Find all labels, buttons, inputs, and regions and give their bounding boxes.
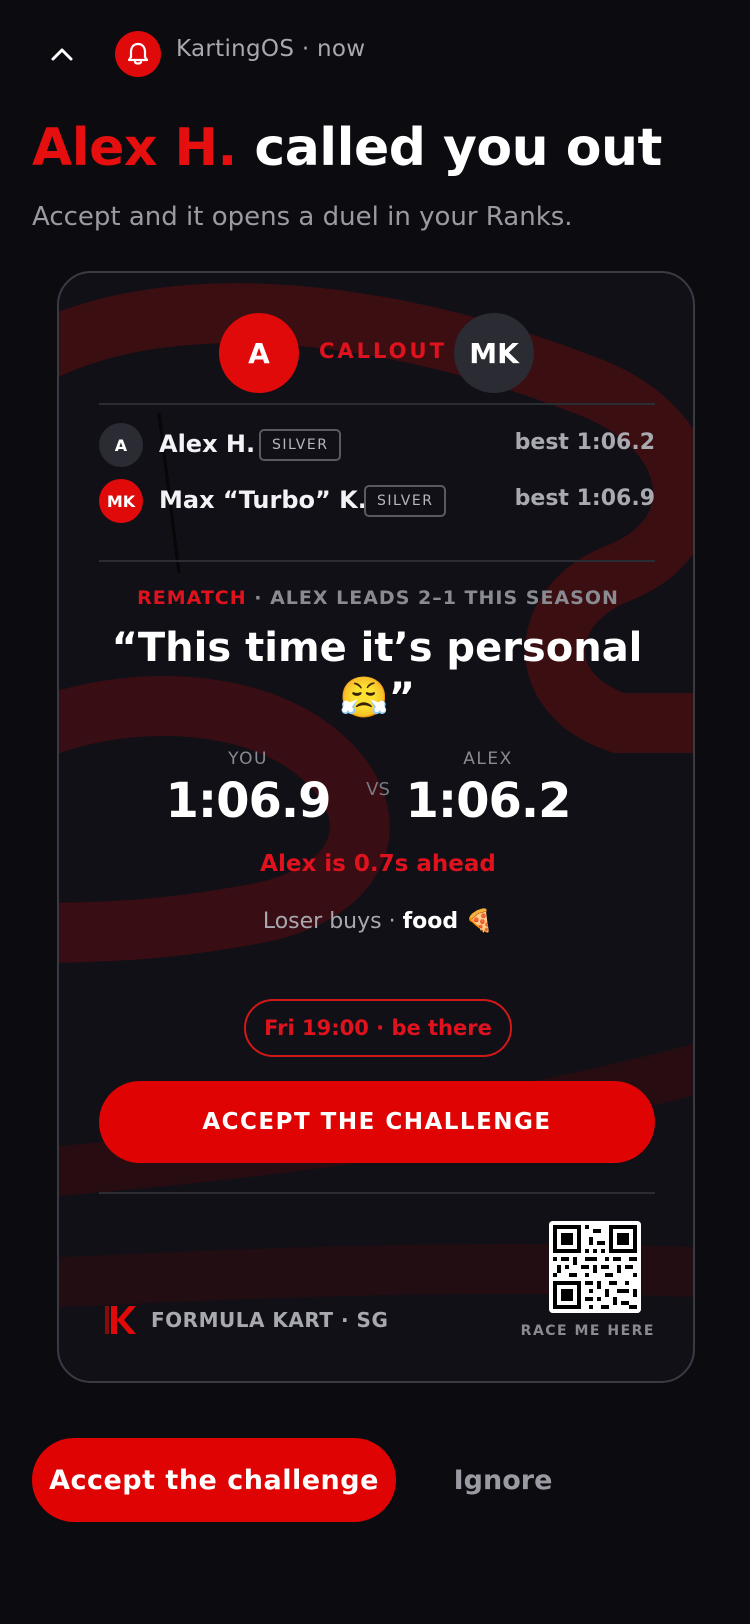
player-row: MK Max “Turbo” K. SILVER best 1:06.9 — [99, 479, 655, 523]
stake-prefix: Loser buys · — [262, 909, 403, 934]
bell-icon — [115, 31, 161, 77]
best-time: best 1:06.9 — [514, 486, 655, 511]
opponent-time: ALEX 1:06.2 — [378, 749, 598, 829]
tier-badge: SILVER — [259, 429, 342, 461]
chevron-up-icon[interactable] — [40, 32, 84, 76]
qr-code[interactable] — [549, 1221, 641, 1313]
ignore-button[interactable]: Ignore — [430, 1438, 576, 1522]
title-rest: called you out — [254, 118, 662, 178]
divider — [99, 1192, 655, 1194]
season-record: · ALEX LEADS 2–1 THIS SEASON — [246, 587, 619, 609]
page-title: Alex H. called you out — [32, 118, 662, 178]
divider — [99, 403, 655, 405]
qr-label: RACE ME HERE — [520, 1323, 655, 1339]
page-subtitle: Accept and it opens a duel in your Ranks… — [32, 202, 573, 232]
accept-challenge-button[interactable]: Accept the challenge — [32, 1438, 396, 1522]
venue-name: FORMULA KART · SG — [151, 1308, 389, 1332]
venue-brand: FORMULA KART · SG — [103, 1303, 388, 1337]
rematch-tag: REMATCH — [137, 587, 247, 609]
avatar: A — [99, 423, 143, 467]
your-time-value: 1:06.9 — [165, 773, 331, 829]
your-time: YOU 1:06.9 — [138, 749, 358, 829]
notification-header: KartingOS · now — [0, 0, 750, 110]
player-row: A Alex H. SILVER best 1:06.2 — [99, 423, 655, 467]
stake-line: Loser buys · food 🍕 — [59, 909, 693, 934]
opponent-time-value: 1:06.2 — [405, 773, 571, 829]
gap-text: Alex is 0.7s ahead — [260, 851, 496, 877]
divider — [99, 560, 655, 562]
opponent-time-label: ALEX — [463, 749, 513, 769]
formula-kart-logo — [105, 1306, 136, 1334]
your-time-label: YOU — [228, 749, 268, 769]
opponent-avatar: MK — [454, 313, 534, 393]
app-name-timestamp: KartingOS · now — [176, 36, 366, 62]
best-time: best 1:06.2 — [514, 430, 655, 455]
duel-header: A CALLOUT MK — [59, 313, 693, 393]
stake-item: food 🍕 — [402, 909, 494, 934]
challenger-name: Alex H. — [32, 118, 237, 178]
player-name: Max “Turbo” K. — [159, 486, 367, 514]
challenger-avatar: A — [219, 313, 299, 393]
rematch-line: REMATCH · ALEX LEADS 2–1 THIS SEASON — [59, 587, 693, 609]
callout-label: CALLOUT — [319, 339, 447, 363]
avatar: MK — [99, 479, 143, 523]
accept-challenge-card-button[interactable]: ACCEPT THE CHALLENGE — [99, 1081, 655, 1163]
trash-talk-quote: “This time it’s personal 😤” — [111, 625, 643, 721]
race-time-pill: Fri 19:00 · be there — [244, 999, 512, 1057]
challenge-card: A CALLOUT MK A Alex H. SILVER best 1:06.… — [57, 271, 695, 1383]
tier-badge: SILVER — [364, 485, 447, 517]
player-name: Alex H. — [159, 430, 256, 458]
